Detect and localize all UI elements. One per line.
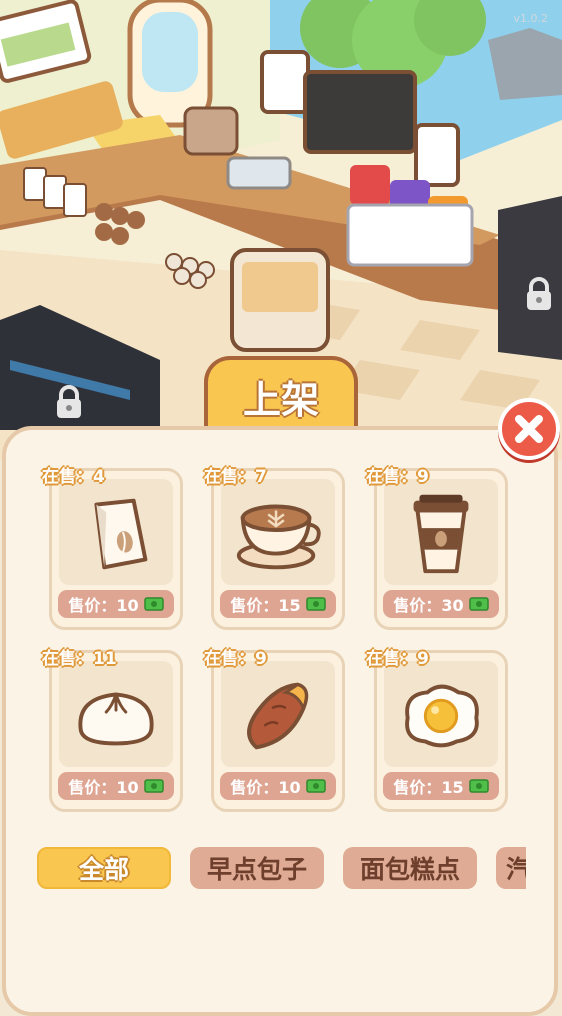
price-tag: 售价：10 xyxy=(58,590,174,618)
tab-all[interactable]: 全部 xyxy=(37,847,171,889)
item-card[interactable]: 售价：10 xyxy=(49,468,183,630)
price-tag: 售价：10 xyxy=(220,772,336,800)
price-label: 售价：15 xyxy=(393,778,464,797)
price-label: 售价：10 xyxy=(230,778,301,797)
cash-icon xyxy=(143,597,164,611)
price-tag: 售价：15 xyxy=(383,772,499,800)
close-button[interactable] xyxy=(498,398,560,460)
version-label: v1.0.2 xyxy=(513,12,549,25)
panel-title-tab: 上架 xyxy=(204,356,358,432)
cash-icon xyxy=(468,597,489,611)
stock-label: 在售：9 xyxy=(366,649,429,669)
latte-cup-icon xyxy=(236,504,321,570)
stock-label: 在售：9 xyxy=(366,467,429,487)
category-tabs: 全部 早点包子 面包糕点 汽 xyxy=(30,840,526,900)
coffee-bean-bag-icon xyxy=(94,498,148,570)
item-card[interactable]: 售价：15 xyxy=(211,468,345,630)
price-tag: 售价：30 xyxy=(383,590,499,618)
tab-bread-pastry[interactable]: 面包糕点 xyxy=(343,847,477,889)
panel-title: 上架 xyxy=(242,377,319,422)
stock-label: 在售：4 xyxy=(42,467,105,487)
item-card[interactable]: 售价：10 xyxy=(49,650,183,812)
sweet-potato-icon xyxy=(247,682,309,750)
tab-breakfast-buns[interactable]: 早点包子 xyxy=(190,847,324,889)
cash-icon xyxy=(305,779,326,793)
price-tag: 售价：10 xyxy=(58,772,174,800)
price-tag: 售价：15 xyxy=(220,590,336,618)
stock-label: 在售：9 xyxy=(204,649,267,669)
steamed-bun-icon xyxy=(78,692,154,746)
item-card[interactable]: 售价：10 xyxy=(211,650,345,812)
close-icon xyxy=(515,415,543,443)
cash-icon xyxy=(305,597,326,611)
price-label: 售价：10 xyxy=(68,778,139,797)
price-label: 售价：15 xyxy=(230,596,301,615)
stock-label: 在售：7 xyxy=(204,467,267,487)
lock-icon xyxy=(527,277,551,310)
stock-label: 在售：11 xyxy=(42,649,117,669)
cash-icon xyxy=(468,779,489,793)
tab-drinks[interactable]: 汽 xyxy=(496,847,526,889)
price-label: 售价：10 xyxy=(68,596,139,615)
takeaway-coffee-icon xyxy=(413,494,469,574)
item-card[interactable]: 售价：30 xyxy=(374,468,508,630)
cash-icon xyxy=(143,779,164,793)
item-card[interactable]: 售价：15 xyxy=(374,650,508,812)
fried-egg-icon xyxy=(405,684,479,748)
price-label: 售价：30 xyxy=(393,596,464,615)
lock-icon xyxy=(57,385,81,418)
